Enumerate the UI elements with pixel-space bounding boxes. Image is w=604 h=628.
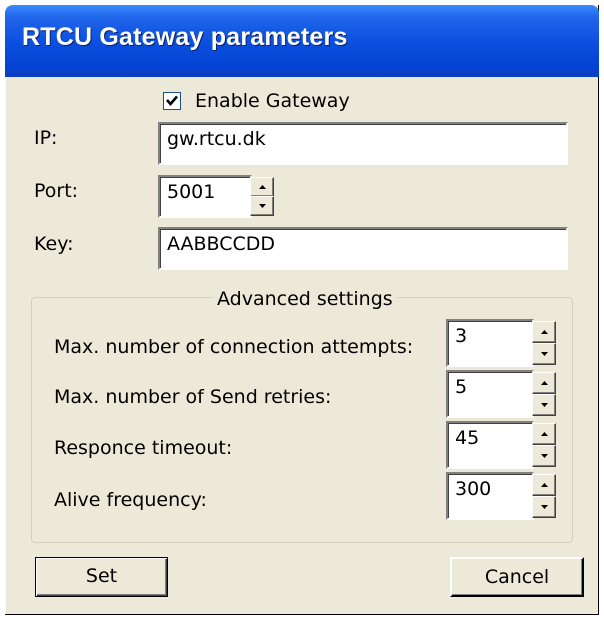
alive-frequency-up-button[interactable]	[532, 474, 556, 496]
arrow-down-icon	[541, 352, 548, 356]
arrow-up-icon	[259, 185, 266, 189]
send-retries-spinner[interactable]	[532, 372, 556, 416]
port-label: Port:	[34, 180, 79, 202]
port-spinner[interactable]	[250, 177, 274, 216]
enable-gateway-checkbox[interactable]	[163, 92, 181, 110]
response-timeout-input[interactable]: 45	[446, 421, 534, 469]
arrow-up-icon	[541, 483, 548, 487]
response-timeout-spinner[interactable]	[532, 423, 556, 467]
ip-label: IP:	[34, 127, 58, 149]
key-input[interactable]: AABBCCDD	[158, 227, 568, 270]
arrow-up-icon	[541, 381, 548, 385]
response-timeout-down-button[interactable]	[532, 445, 556, 467]
send-retries-label: Max. number of Send retries:	[54, 386, 332, 408]
port-down-button[interactable]	[250, 196, 274, 216]
connection-attempts-input[interactable]: 3	[446, 319, 534, 367]
port-up-button[interactable]	[250, 177, 274, 197]
checkmark-icon	[166, 95, 178, 106]
arrow-down-icon	[259, 204, 266, 208]
alive-frequency-down-button[interactable]	[532, 496, 556, 518]
alive-frequency-label: Alive frequency:	[54, 489, 207, 511]
alive-frequency-spinner[interactable]	[532, 474, 556, 518]
connection-attempts-label: Max. number of connection attempts:	[54, 336, 414, 358]
arrow-up-icon	[541, 432, 548, 436]
connection-attempts-down-button[interactable]	[532, 343, 556, 365]
title-bar[interactable]: RTCU Gateway parameters	[5, 5, 599, 77]
arrow-down-icon	[541, 403, 548, 407]
set-button[interactable]: Set	[35, 557, 168, 597]
send-retries-down-button[interactable]	[532, 394, 556, 416]
connection-attempts-spinner[interactable]	[532, 321, 556, 365]
response-timeout-label: Responce timeout:	[54, 437, 233, 459]
enable-gateway-label[interactable]: Enable Gateway	[195, 90, 350, 112]
arrow-down-icon	[541, 454, 548, 458]
key-label: Key:	[34, 233, 74, 255]
cancel-button[interactable]: Cancel	[450, 557, 584, 597]
send-retries-input[interactable]: 5	[446, 370, 534, 418]
ip-input[interactable]: gw.rtcu.dk	[158, 122, 568, 165]
alive-frequency-input[interactable]: 300	[446, 472, 534, 520]
advanced-settings-title: Advanced settings	[213, 288, 397, 310]
port-input[interactable]: 5001	[158, 175, 252, 218]
arrow-down-icon	[541, 505, 548, 509]
connection-attempts-up-button[interactable]	[532, 321, 556, 343]
send-retries-up-button[interactable]	[532, 372, 556, 394]
response-timeout-up-button[interactable]	[532, 423, 556, 445]
window-title: RTCU Gateway parameters	[22, 23, 348, 51]
arrow-up-icon	[541, 330, 548, 334]
